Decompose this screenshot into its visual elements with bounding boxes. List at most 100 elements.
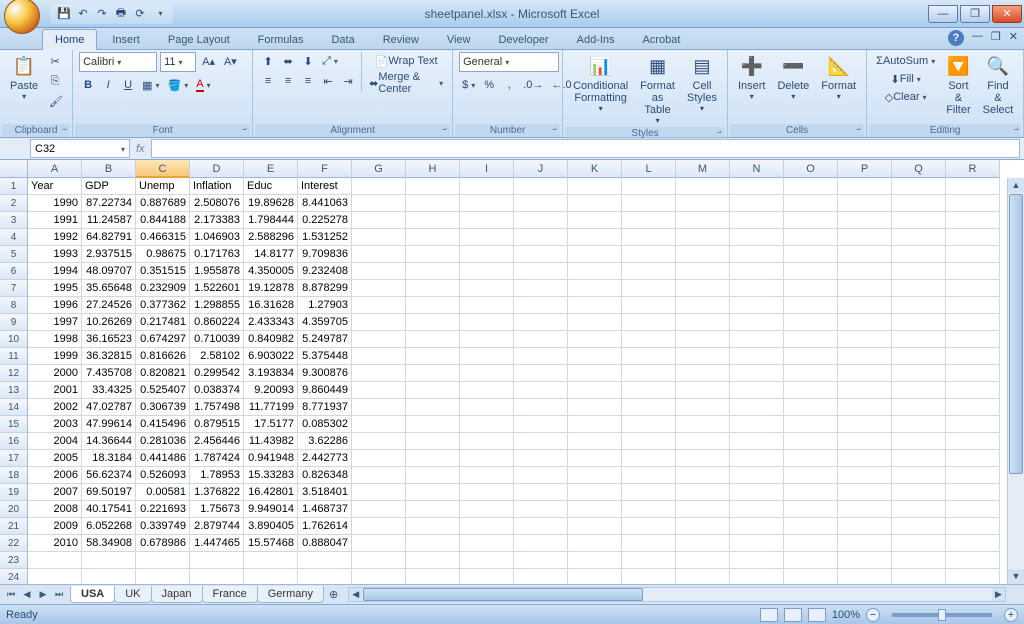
cell[interactable]: 17.5177 [244,416,298,433]
cell[interactable]: 0.171763 [190,246,244,263]
cell[interactable] [892,297,946,314]
cell[interactable] [784,348,838,365]
cell[interactable] [514,416,568,433]
cell[interactable] [892,365,946,382]
cell[interactable]: 0.217481 [136,314,190,331]
cell[interactable]: 1.531252 [298,229,352,246]
cell[interactable] [784,433,838,450]
horizontal-scrollbar[interactable]: ◀ ▶ [348,587,1006,602]
cell[interactable] [406,246,460,263]
cell[interactable] [352,297,406,314]
cell[interactable]: 1.78953 [190,467,244,484]
cell[interactable] [568,195,622,212]
cell[interactable] [460,382,514,399]
cell[interactable] [784,552,838,569]
cell[interactable] [838,178,892,195]
redo-icon[interactable]: ↷ [94,6,110,22]
cell[interactable] [784,212,838,229]
cell[interactable] [946,195,1000,212]
cell[interactable] [82,569,136,584]
cell[interactable] [622,535,676,552]
cell[interactable] [460,535,514,552]
cell[interactable]: 47.99614 [82,416,136,433]
accounting-icon[interactable]: $ [459,76,478,94]
cell[interactable]: 11.24587 [82,212,136,229]
cell[interactable] [946,348,1000,365]
cell[interactable] [892,399,946,416]
cell[interactable]: 9.709836 [298,246,352,263]
cell[interactable] [838,246,892,263]
cell[interactable] [622,331,676,348]
cell[interactable] [676,229,730,246]
cell[interactable]: 1.376822 [190,484,244,501]
cell[interactable]: 1996 [28,297,82,314]
font-size-combo[interactable]: 11 [160,52,196,72]
cell[interactable]: 2.58102 [190,348,244,365]
cell[interactable] [514,535,568,552]
column-header-G[interactable]: G [352,160,406,178]
cell[interactable] [676,518,730,535]
cell[interactable] [514,467,568,484]
sort-filter-button[interactable]: 🔽Sort & Filter [942,52,974,118]
cell[interactable] [406,552,460,569]
cell[interactable]: 9.949014 [244,501,298,518]
cell[interactable] [568,399,622,416]
cell[interactable] [514,433,568,450]
cell[interactable]: 4.359705 [298,314,352,331]
cell[interactable] [730,280,784,297]
cell[interactable] [892,229,946,246]
cell[interactable] [352,484,406,501]
cell[interactable] [406,399,460,416]
cell[interactable] [622,450,676,467]
cell[interactable]: 2.456446 [190,433,244,450]
normal-view-icon[interactable] [760,608,778,622]
cell[interactable] [676,195,730,212]
doc-restore-icon[interactable]: ❐ [991,30,1001,46]
cell[interactable]: 10.26269 [82,314,136,331]
cell[interactable]: 0.351515 [136,263,190,280]
cell[interactable] [406,365,460,382]
sheet-tab-france[interactable]: France [202,586,258,603]
cell[interactable] [946,518,1000,535]
cell[interactable] [406,450,460,467]
cell[interactable] [514,450,568,467]
cell[interactable] [514,348,568,365]
cell[interactable]: 14.8177 [244,246,298,263]
cell[interactable] [730,535,784,552]
cell[interactable]: 2002 [28,399,82,416]
cell[interactable]: 56.62374 [82,467,136,484]
cell[interactable] [622,416,676,433]
cell[interactable] [730,263,784,280]
cell[interactable] [460,331,514,348]
cell[interactable] [406,433,460,450]
page-break-view-icon[interactable] [808,608,826,622]
cell[interactable] [352,518,406,535]
sheet-tab-usa[interactable]: USA [70,586,115,603]
row-header-24[interactable]: 24 [0,569,28,584]
cell[interactable] [784,518,838,535]
page-layout-view-icon[interactable] [784,608,802,622]
cell[interactable] [460,501,514,518]
cell[interactable]: 2005 [28,450,82,467]
cell[interactable] [676,246,730,263]
cell[interactable]: 2003 [28,416,82,433]
cell[interactable] [730,348,784,365]
cell[interactable]: 0.526093 [136,467,190,484]
cell[interactable]: 1.787424 [190,450,244,467]
cell[interactable]: 58.34908 [82,535,136,552]
cell[interactable] [784,467,838,484]
cell[interactable] [460,484,514,501]
tab-home[interactable]: Home [42,29,97,50]
cell[interactable]: 0.415496 [136,416,190,433]
cell[interactable] [892,280,946,297]
cell[interactable] [514,314,568,331]
format-cells-button[interactable]: 📐Format▾ [817,52,860,103]
column-header-Q[interactable]: Q [892,160,946,178]
cell[interactable] [622,246,676,263]
cell[interactable]: 0.888047 [298,535,352,552]
font-name-combo[interactable]: Calibri [79,52,157,72]
cell[interactable] [568,433,622,450]
row-header-21[interactable]: 21 [0,518,28,535]
cell[interactable]: 33.4325 [82,382,136,399]
cell[interactable] [460,416,514,433]
